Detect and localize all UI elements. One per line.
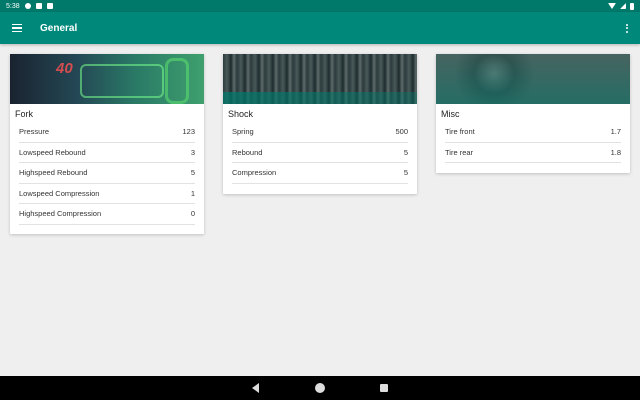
- row-value: 3: [190, 147, 195, 157]
- app-bar: General: [0, 12, 640, 44]
- row-label: Highspeed Rebound: [19, 168, 88, 178]
- navigation-bar: [0, 376, 640, 400]
- row-label: Pressure: [19, 127, 50, 137]
- notification-icon: [35, 3, 42, 9]
- row-label: Spring: [232, 127, 254, 137]
- back-icon[interactable]: [252, 383, 259, 393]
- menu-icon[interactable]: [0, 12, 34, 44]
- row-value: 1.7: [610, 127, 621, 137]
- status-time: 5:38: [6, 2, 20, 10]
- row-value: 0: [190, 209, 195, 219]
- home-icon[interactable]: [315, 383, 325, 393]
- list-item[interactable]: Tire front 1.7: [445, 122, 621, 143]
- row-label: Tire front: [445, 127, 475, 137]
- card-title: Fork: [15, 109, 33, 119]
- row-value: 5: [403, 147, 408, 157]
- row-label: Highspeed Compression: [19, 209, 102, 219]
- shock-image: [223, 54, 417, 104]
- card-title: Shock: [228, 109, 254, 119]
- signal-icon: [620, 3, 626, 9]
- card-title: Misc: [441, 109, 460, 119]
- row-label: Lowspeed Compression: [19, 188, 100, 198]
- fork-image: 40: [10, 54, 204, 104]
- list-item[interactable]: Highspeed Rebound 5: [19, 163, 195, 184]
- row-label: Tire rear: [445, 147, 474, 157]
- row-value: 1.8: [610, 147, 621, 157]
- list-item[interactable]: Lowspeed Compression 1: [19, 184, 195, 204]
- battery-icon: [630, 2, 634, 10]
- wifi-icon: [608, 3, 616, 9]
- overflow-menu-icon[interactable]: [614, 12, 640, 44]
- fork-image-text: 40: [56, 60, 73, 77]
- row-value: 500: [395, 127, 408, 137]
- row-value: 5: [403, 168, 408, 178]
- row-label: Lowspeed Rebound: [19, 147, 86, 157]
- list-item[interactable]: Compression 5: [232, 163, 408, 184]
- recents-icon[interactable]: [380, 384, 388, 392]
- row-label: Rebound: [232, 147, 263, 157]
- row-value: 1: [190, 188, 195, 198]
- list-item[interactable]: Rebound 5: [232, 143, 408, 163]
- list-item[interactable]: Lowspeed Rebound 3: [19, 143, 195, 163]
- misc-image: [436, 54, 630, 104]
- list-item[interactable]: Pressure 123: [19, 122, 195, 143]
- row-value: 5: [190, 168, 195, 178]
- page-title: General: [40, 22, 78, 34]
- row-label: Compression: [232, 168, 277, 178]
- fork-card[interactable]: 40 Fork Pressure 123 Lowspeed Rebound 3 …: [10, 54, 204, 234]
- list-item[interactable]: Spring 500: [232, 122, 408, 143]
- row-value: 123: [182, 127, 195, 137]
- list-item[interactable]: Highspeed Compression 0: [19, 204, 195, 225]
- misc-card[interactable]: Misc Tire front 1.7 Tire rear 1.8: [436, 54, 630, 173]
- shock-card[interactable]: Shock Spring 500 Rebound 5 Compression 5: [223, 54, 417, 194]
- gear-icon: [24, 3, 31, 9]
- status-bar: 5:38: [0, 0, 640, 12]
- list-item[interactable]: Tire rear 1.8: [445, 143, 621, 163]
- clipboard-icon: [46, 3, 53, 9]
